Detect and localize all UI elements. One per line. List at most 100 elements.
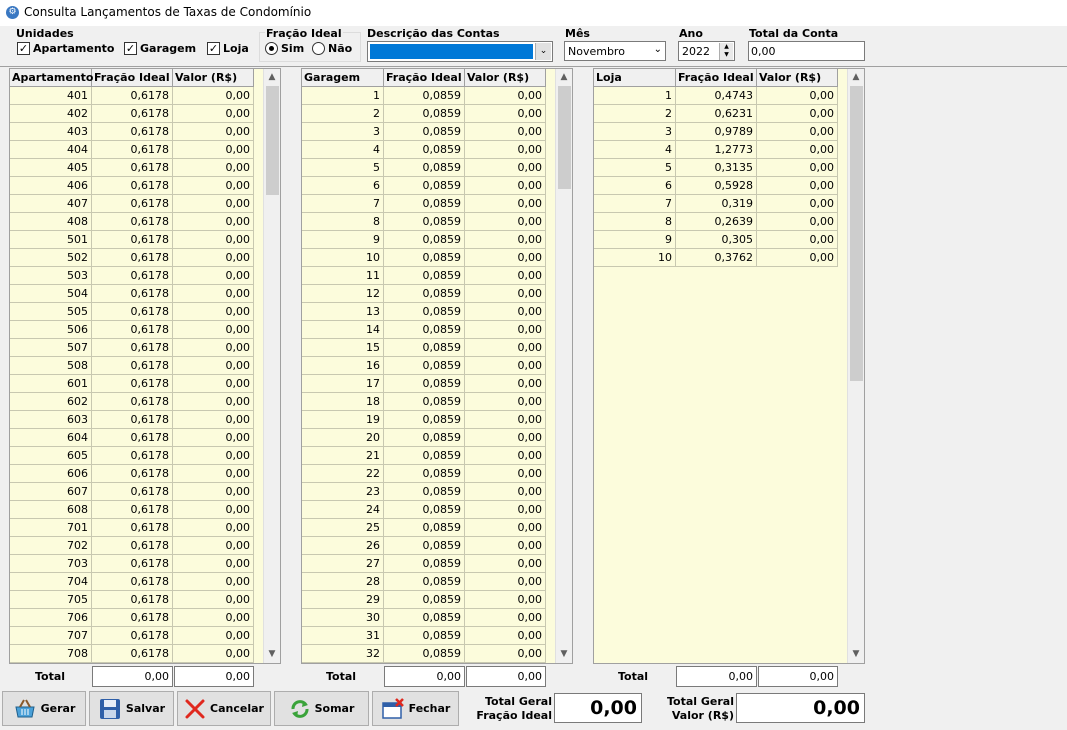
column-header[interactable]: Valor (R$) (757, 69, 838, 87)
table-cell[interactable]: 0,00 (465, 231, 546, 249)
table-cell[interactable]: 0,00 (173, 447, 254, 465)
table-cell[interactable]: 0,00 (173, 393, 254, 411)
table-cell[interactable]: 0,6178 (92, 375, 173, 393)
table-cell[interactable]: 20 (302, 429, 384, 447)
salvar-button[interactable]: Salvar (89, 691, 174, 726)
table-cell[interactable]: 502 (10, 249, 92, 267)
table-cell[interactable]: 9 (302, 231, 384, 249)
table-cell[interactable]: 4 (594, 141, 676, 159)
table-cell[interactable]: 0,00 (173, 195, 254, 213)
table-cell[interactable]: 0,6178 (92, 195, 173, 213)
table-cell[interactable]: 605 (10, 447, 92, 465)
table-cell[interactable]: 0,00 (465, 447, 546, 465)
table-cell[interactable]: 508 (10, 357, 92, 375)
table-cell[interactable]: 0,6178 (92, 357, 173, 375)
table-cell[interactable]: 25 (302, 519, 384, 537)
table-cell[interactable]: 0,00 (757, 177, 838, 195)
somar-button[interactable]: Somar (274, 691, 369, 726)
table-cell[interactable]: 0,0859 (384, 645, 465, 663)
table-cell[interactable]: 0,0859 (384, 231, 465, 249)
table-cell[interactable]: 703 (10, 555, 92, 573)
table-cell[interactable]: 0,00 (173, 483, 254, 501)
table-row[interactable]: 707 0,6178 0,00 (10, 627, 254, 645)
table-cell[interactable]: 29 (302, 591, 384, 609)
table-cell[interactable]: 0,00 (465, 267, 546, 285)
table-cell[interactable]: 0,00 (465, 393, 546, 411)
table-row[interactable]: 8 0,2639 0,00 (594, 213, 838, 231)
table-cell[interactable]: 5 (302, 159, 384, 177)
table-cell[interactable]: 0,6178 (92, 393, 173, 411)
table-cell[interactable]: 0,00 (757, 213, 838, 231)
table-cell[interactable]: 9 (594, 231, 676, 249)
table-cell[interactable]: 0,5928 (676, 177, 757, 195)
table-row[interactable]: 23 0,0859 0,00 (302, 483, 546, 501)
table-row[interactable]: 25 0,0859 0,00 (302, 519, 546, 537)
table-cell[interactable]: 0,00 (173, 141, 254, 159)
table-row[interactable]: 12 0,0859 0,00 (302, 285, 546, 303)
table-cell[interactable]: 0,0859 (384, 501, 465, 519)
table-cell[interactable]: 0,319 (676, 195, 757, 213)
table-cell[interactable]: 0,305 (676, 231, 757, 249)
table-cell[interactable]: 0,0859 (384, 519, 465, 537)
column-header[interactable]: Fração Ideal (92, 69, 173, 87)
table-cell[interactable]: 401 (10, 87, 92, 105)
table-cell[interactable]: 0,00 (465, 213, 546, 231)
table-cell[interactable]: 0,6178 (92, 501, 173, 519)
table-cell[interactable]: 32 (302, 645, 384, 663)
table-cell[interactable]: 0,0859 (384, 483, 465, 501)
table-cell[interactable]: 0,00 (465, 339, 546, 357)
table-cell[interactable]: 0,0859 (384, 339, 465, 357)
column-header[interactable]: Valor (R$) (173, 69, 254, 87)
table-cell[interactable]: 0,0859 (384, 123, 465, 141)
table-cell[interactable]: 0,6178 (92, 591, 173, 609)
table-cell[interactable]: 0,6231 (676, 105, 757, 123)
table-cell[interactable]: 23 (302, 483, 384, 501)
table-cell[interactable]: 0,00 (757, 87, 838, 105)
table-cell[interactable]: 12 (302, 285, 384, 303)
table-cell[interactable]: 707 (10, 627, 92, 645)
table-cell[interactable]: 8 (302, 213, 384, 231)
table-cell[interactable]: 0,00 (173, 123, 254, 141)
table-cell[interactable]: 18 (302, 393, 384, 411)
table-cell[interactable]: 0,00 (465, 555, 546, 573)
table-row[interactable]: 30 0,0859 0,00 (302, 609, 546, 627)
table-cell[interactable]: 0,6178 (92, 411, 173, 429)
table-row[interactable]: 703 0,6178 0,00 (10, 555, 254, 573)
ano-spinner[interactable]: 2022 ▲ ▼ (678, 41, 735, 61)
table-cell[interactable]: 0,00 (465, 141, 546, 159)
table-row[interactable]: 9 0,305 0,00 (594, 231, 838, 249)
table-cell[interactable]: 3 (594, 123, 676, 141)
table-cell[interactable]: 0,0859 (384, 375, 465, 393)
table-cell[interactable]: 0,6178 (92, 483, 173, 501)
table-row[interactable]: 11 0,0859 0,00 (302, 267, 546, 285)
table-cell[interactable]: 0,00 (173, 519, 254, 537)
table-cell[interactable]: 403 (10, 123, 92, 141)
table-row[interactable]: 507 0,6178 0,00 (10, 339, 254, 357)
table-cell[interactable]: 0,00 (465, 249, 546, 267)
table-cell[interactable]: 504 (10, 285, 92, 303)
table-cell[interactable]: 0,3762 (676, 249, 757, 267)
table-row[interactable]: 403 0,6178 0,00 (10, 123, 254, 141)
table-cell[interactable]: 22 (302, 465, 384, 483)
scroll-thumb[interactable] (266, 86, 279, 195)
table-cell[interactable]: 0,00 (465, 609, 546, 627)
apartamento-total-valor[interactable]: 0,00 (174, 666, 254, 687)
table-cell[interactable]: 0,0859 (384, 213, 465, 231)
scroll-thumb[interactable] (850, 86, 863, 381)
scroll-up-icon[interactable]: ▲ (848, 69, 864, 86)
table-row[interactable]: 6 0,0859 0,00 (302, 177, 546, 195)
table-cell[interactable]: 15 (302, 339, 384, 357)
column-header[interactable]: Apartamento (10, 69, 94, 87)
table-row[interactable]: 701 0,6178 0,00 (10, 519, 254, 537)
table-row[interactable]: 3 0,9789 0,00 (594, 123, 838, 141)
table-cell[interactable]: 10 (302, 249, 384, 267)
table-cell[interactable]: 0,00 (173, 465, 254, 483)
table-cell[interactable]: 606 (10, 465, 92, 483)
table-cell[interactable]: 0,0859 (384, 141, 465, 159)
table-row[interactable]: 7 0,319 0,00 (594, 195, 838, 213)
fracao-nao-radio[interactable]: Não (312, 42, 352, 55)
table-cell[interactable]: 13 (302, 303, 384, 321)
table-cell[interactable]: 0,00 (465, 411, 546, 429)
table-cell[interactable]: 0,6178 (92, 609, 173, 627)
table-cell[interactable]: 0,00 (757, 123, 838, 141)
